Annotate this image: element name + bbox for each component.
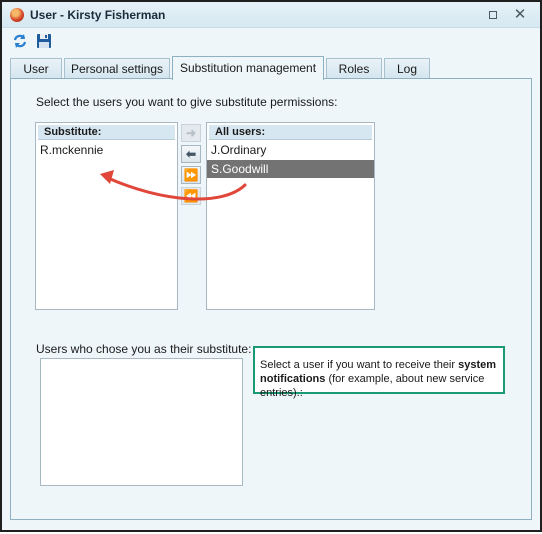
all-users-list-header: All users: [209,125,372,140]
tab-user[interactable]: User [10,58,62,79]
substitute-list[interactable]: Substitute: R.mckennie [35,122,178,310]
toolbar [2,29,540,53]
move-left-button[interactable]: ⬅ [181,145,201,163]
move-all-left-button[interactable]: ⏪ [181,187,201,205]
refresh-icon[interactable] [11,32,29,50]
chose-you-list[interactable] [40,358,243,486]
tab-log[interactable]: Log [384,58,430,79]
close-icon[interactable]: ✕ [511,6,529,24]
all-users-list[interactable]: All users: J.Ordinary S.Goodwill [206,122,375,310]
system-notifications-callout: Select a user if you want to receive the… [253,346,505,399]
tab-substitution-management[interactable]: Substitution management [172,56,324,80]
move-right-button[interactable]: ➜ [181,124,201,142]
move-all-right-button[interactable]: ⏩ [181,166,201,184]
list-item-selected[interactable]: S.Goodwill [207,160,374,178]
tab-roles[interactable]: Roles [326,58,382,79]
title-bar: User - Kirsty Fisherman ✕ [2,2,540,28]
app-logo-icon [10,8,24,22]
tab-strip: User Personal settings Substitution mana… [10,56,532,80]
save-icon[interactable] [35,32,53,50]
callout-text-before: Select a user if you want to receive the… [260,359,459,371]
user-window: User - Kirsty Fisherman ✕ User Personal … [0,0,542,532]
window-title: User - Kirsty Fisherman [30,8,166,22]
chose-you-label: Users who chose you as their substitute: [36,342,252,356]
restore-icon[interactable] [484,6,502,24]
tab-personal-settings[interactable]: Personal settings [64,58,170,79]
list-item[interactable]: R.mckennie [36,141,177,159]
substitute-list-header: Substitute: [38,125,175,140]
instruction-text: Select the users you want to give substi… [36,95,338,109]
list-item[interactable]: J.Ordinary [207,141,374,159]
